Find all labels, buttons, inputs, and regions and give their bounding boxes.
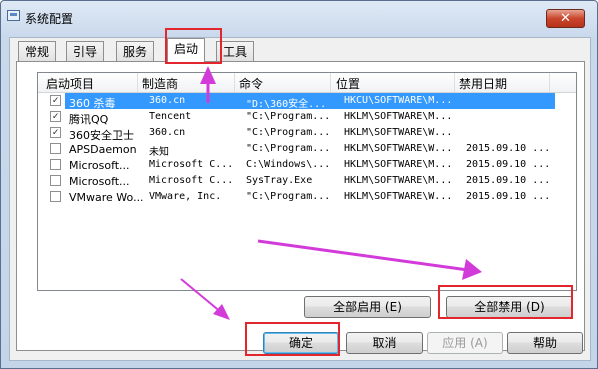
tab-startup[interactable]: 启动 — [167, 38, 206, 62]
annotation-arrows — [180, 66, 482, 320]
arrow-diagonal — [180, 278, 223, 314]
arrow-right-head — [462, 259, 482, 280]
arrow-up-head — [200, 66, 216, 84]
arrow-right — [257, 239, 469, 272]
